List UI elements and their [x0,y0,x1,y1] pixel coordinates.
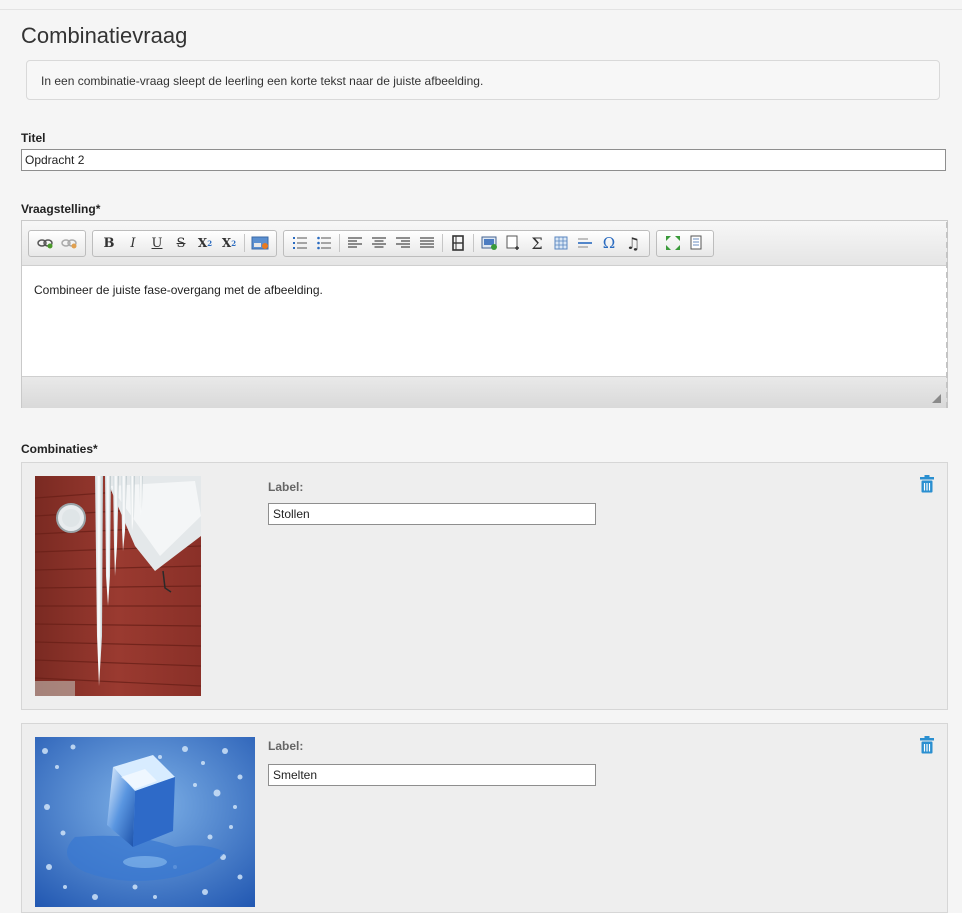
trash-icon[interactable] [919,475,935,498]
toolbar-group-tools [656,229,714,257]
bold-icon[interactable]: B [98,233,120,253]
titel-input[interactable] [21,149,946,171]
strikethrough-icon[interactable]: S [170,233,192,253]
superscript-icon[interactable]: X2 [218,233,240,253]
image-manager-icon[interactable] [478,233,500,253]
page-title: Combinatievraag [21,23,188,48]
link-icon[interactable] [34,233,56,253]
bulleted-list-icon[interactable] [313,233,335,253]
toolbar-group-formatting: B I U S X2 X2 [92,229,277,257]
align-center-icon[interactable] [368,233,390,253]
editor-drag-border [946,222,948,408]
insert-page-icon[interactable] [502,233,524,253]
align-left-icon[interactable] [344,233,366,253]
toolbar-separator [442,234,443,252]
toolbar-separator [473,234,474,252]
toolbar-separator [244,234,245,252]
combination-image[interactable] [35,737,255,907]
show-blocks-icon[interactable] [686,233,708,253]
formula-icon[interactable]: Σ [526,233,548,253]
numbered-list-icon[interactable] [289,233,311,253]
combinaties-label: Combinaties* [21,442,98,456]
info-text: In een combinatie-vraag sleept de leerli… [41,74,484,88]
resize-handle-icon[interactable] [932,394,941,403]
toolbar-group-paragraph: Σ Ω ♫ [283,229,650,257]
align-justify-icon[interactable] [416,233,438,253]
combination-label-caption: Label: [268,480,304,494]
combination-label-input[interactable] [268,503,596,525]
combination-label-caption: Label: [268,739,304,753]
toolbar-separator [339,234,340,252]
editor-content[interactable]: Combineer de juiste fase-overgang met de… [22,266,947,376]
toolbar-group-links [28,229,86,257]
insert-image-icon[interactable] [249,233,271,253]
info-box: In een combinatie-vraag sleept de leerli… [26,60,940,100]
combination-item: Label: [21,723,948,913]
vraagstelling-label: Vraagstelling* [21,202,101,216]
combination-label-input[interactable] [268,764,596,786]
titel-label: Titel [21,131,46,145]
media-icon[interactable] [447,233,469,253]
editor-toolbar: B I U S X2 X2 Σ Ω ♫ [22,221,947,266]
top-divider [0,9,962,10]
audio-icon[interactable]: ♫ [622,233,644,253]
horizontal-rule-icon[interactable] [574,233,596,253]
editor-statusbar [22,376,947,408]
unlink-icon[interactable] [58,233,80,253]
table-icon[interactable] [550,233,572,253]
rich-text-editor: B I U S X2 X2 Σ Ω ♫ Combineer de juiste … [21,220,948,408]
special-char-icon[interactable]: Ω [598,233,620,253]
maximize-icon[interactable] [662,233,684,253]
italic-icon[interactable]: I [122,233,144,253]
align-right-icon[interactable] [392,233,414,253]
trash-icon[interactable] [919,736,935,759]
underline-icon[interactable]: U [146,233,168,253]
combination-item: Label: [21,462,948,710]
subscript-icon[interactable]: X2 [194,233,216,253]
combination-image[interactable] [35,476,201,696]
